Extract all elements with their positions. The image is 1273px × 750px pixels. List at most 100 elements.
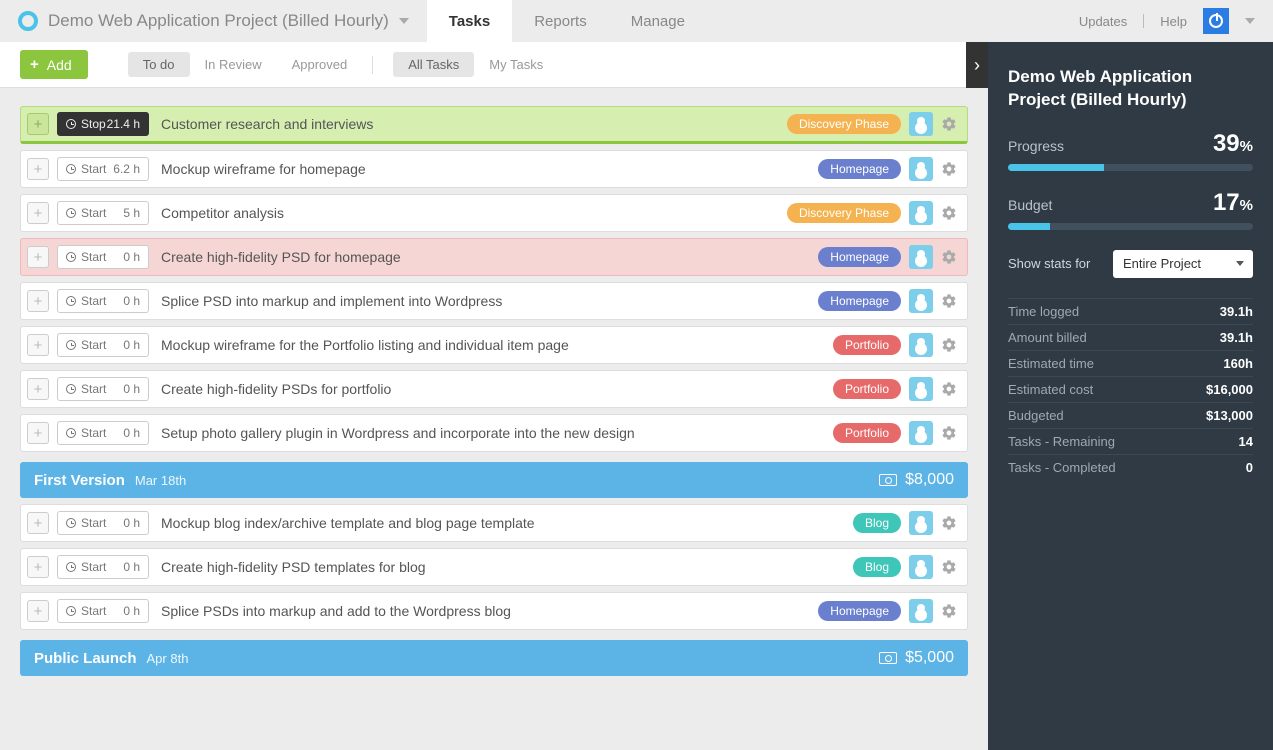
- assignee-avatar[interactable]: [909, 377, 933, 401]
- timer-hours: 0 h: [123, 426, 140, 440]
- timer-action: Start: [81, 294, 106, 308]
- filter-all[interactable]: All Tasks: [393, 52, 474, 77]
- add-subtask-button[interactable]: +: [27, 556, 49, 578]
- task-tag[interactable]: Homepage: [818, 291, 901, 311]
- stat-label: Estimated cost: [1008, 382, 1093, 397]
- stats-for-row: Show stats for Entire Project: [1008, 250, 1253, 278]
- add-subtask-button[interactable]: +: [27, 600, 49, 622]
- task-tag[interactable]: Portfolio: [833, 335, 901, 355]
- task-row[interactable]: + Start 0 h Splice PSD into markup and i…: [20, 282, 968, 320]
- task-row[interactable]: + Start 0 h Splice PSDs into markup and …: [20, 592, 968, 630]
- filter-my[interactable]: My Tasks: [474, 52, 558, 77]
- assignee-avatar[interactable]: [909, 421, 933, 445]
- timer-button[interactable]: Start 0 h: [57, 333, 149, 357]
- task-settings-button[interactable]: [941, 603, 957, 619]
- timer-button[interactable]: Start 0 h: [57, 555, 149, 579]
- tab-reports[interactable]: Reports: [512, 0, 609, 42]
- account-chevron-icon[interactable]: [1245, 18, 1255, 24]
- task-tag[interactable]: Homepage: [818, 159, 901, 179]
- task-row[interactable]: + Start 6.2 h Mockup wireframe for homep…: [20, 150, 968, 188]
- task-settings-button[interactable]: [941, 381, 957, 397]
- task-row[interactable]: + Start 0 h Setup photo gallery plugin i…: [20, 414, 968, 452]
- assignee-avatar[interactable]: [909, 157, 933, 181]
- task-title: Splice PSD into markup and implement int…: [157, 293, 810, 309]
- stat-value: 160h: [1223, 356, 1253, 371]
- timer-button[interactable]: Start 6.2 h: [57, 157, 149, 181]
- task-settings-button[interactable]: [941, 515, 957, 531]
- add-button[interactable]: + Add: [20, 50, 88, 79]
- power-button[interactable]: [1203, 8, 1229, 34]
- task-settings-button[interactable]: [941, 559, 957, 575]
- assignee-avatar[interactable]: [909, 599, 933, 623]
- tab-tasks[interactable]: Tasks: [427, 0, 512, 42]
- add-subtask-button[interactable]: +: [27, 378, 49, 400]
- task-tag[interactable]: Discovery Phase: [787, 203, 901, 223]
- assignee-avatar[interactable]: [909, 245, 933, 269]
- task-row[interactable]: + Start 0 h Create high-fidelity PSDs fo…: [20, 370, 968, 408]
- add-subtask-button[interactable]: +: [27, 290, 49, 312]
- assignee-avatar[interactable]: [909, 112, 933, 136]
- task-row[interactable]: + Start 0 h Mockup blog index/archive te…: [20, 504, 968, 542]
- task-settings-button[interactable]: [941, 161, 957, 177]
- tab-manage[interactable]: Manage: [609, 0, 707, 42]
- clock-icon: [66, 252, 76, 262]
- clock-icon: [66, 518, 76, 528]
- assignee-avatar[interactable]: [909, 333, 933, 357]
- timer-button[interactable]: Start 0 h: [57, 245, 149, 269]
- assignee-avatar[interactable]: [909, 201, 933, 225]
- power-icon: [1209, 14, 1223, 28]
- add-subtask-button[interactable]: +: [27, 422, 49, 444]
- task-tag[interactable]: Portfolio: [833, 423, 901, 443]
- assignee-avatar[interactable]: [909, 511, 933, 535]
- milestone-amount: $8,000: [879, 471, 954, 489]
- assignee-avatar[interactable]: [909, 555, 933, 579]
- task-tag[interactable]: Blog: [853, 557, 901, 577]
- timer-button[interactable]: Start 5 h: [57, 201, 149, 225]
- task-tag[interactable]: Portfolio: [833, 379, 901, 399]
- timer-button[interactable]: Start 0 h: [57, 377, 149, 401]
- task-tag[interactable]: Blog: [853, 513, 901, 533]
- task-settings-button[interactable]: [941, 337, 957, 353]
- clock-icon: [66, 296, 76, 306]
- updates-link[interactable]: Updates: [1079, 14, 1127, 29]
- sidebar-toggle[interactable]: ›: [966, 42, 988, 88]
- add-subtask-button[interactable]: +: [27, 512, 49, 534]
- timer-button[interactable]: Stop 21.4 h: [57, 112, 149, 136]
- task-row[interactable]: + Start 0 h Create high-fidelity PSD for…: [20, 238, 968, 276]
- task-settings-button[interactable]: [941, 116, 957, 132]
- project-title[interactable]: Demo Web Application Project (Billed Hou…: [48, 11, 409, 31]
- stat-row: Time logged39.1h: [1008, 298, 1253, 324]
- sidebar: Demo Web Application Project (Billed Hou…: [988, 42, 1273, 750]
- timer-button[interactable]: Start 0 h: [57, 511, 149, 535]
- add-subtask-button[interactable]: +: [27, 202, 49, 224]
- view-inreview[interactable]: In Review: [190, 52, 277, 77]
- assignee-avatar[interactable]: [909, 289, 933, 313]
- stat-row: Amount billed39.1h: [1008, 324, 1253, 350]
- add-subtask-button[interactable]: +: [27, 113, 49, 135]
- view-todo[interactable]: To do: [128, 52, 190, 77]
- timer-action: Start: [81, 560, 106, 574]
- view-approved[interactable]: Approved: [277, 52, 363, 77]
- task-settings-button[interactable]: [941, 249, 957, 265]
- milestone-row[interactable]: Public Launch Apr 8th $5,000: [20, 640, 968, 676]
- add-subtask-button[interactable]: +: [27, 334, 49, 356]
- task-settings-button[interactable]: [941, 205, 957, 221]
- task-settings-button[interactable]: [941, 425, 957, 441]
- stats-scope-select[interactable]: Entire Project: [1113, 250, 1253, 278]
- task-row[interactable]: + Stop 21.4 h Customer research and inte…: [20, 106, 968, 144]
- task-tag[interactable]: Homepage: [818, 247, 901, 267]
- project-title-text: Demo Web Application Project (Billed Hou…: [48, 11, 389, 31]
- milestone-row[interactable]: First Version Mar 18th $8,000: [20, 462, 968, 498]
- task-settings-button[interactable]: [941, 293, 957, 309]
- timer-button[interactable]: Start 0 h: [57, 289, 149, 313]
- timer-button[interactable]: Start 0 h: [57, 599, 149, 623]
- task-row[interactable]: + Start 5 h Competitor analysis Discover…: [20, 194, 968, 232]
- task-row[interactable]: + Start 0 h Mockup wireframe for the Por…: [20, 326, 968, 364]
- timer-button[interactable]: Start 0 h: [57, 421, 149, 445]
- task-tag[interactable]: Homepage: [818, 601, 901, 621]
- task-row[interactable]: + Start 0 h Create high-fidelity PSD tem…: [20, 548, 968, 586]
- add-subtask-button[interactable]: +: [27, 246, 49, 268]
- add-subtask-button[interactable]: +: [27, 158, 49, 180]
- task-tag[interactable]: Discovery Phase: [787, 114, 901, 134]
- help-link[interactable]: Help: [1160, 14, 1187, 29]
